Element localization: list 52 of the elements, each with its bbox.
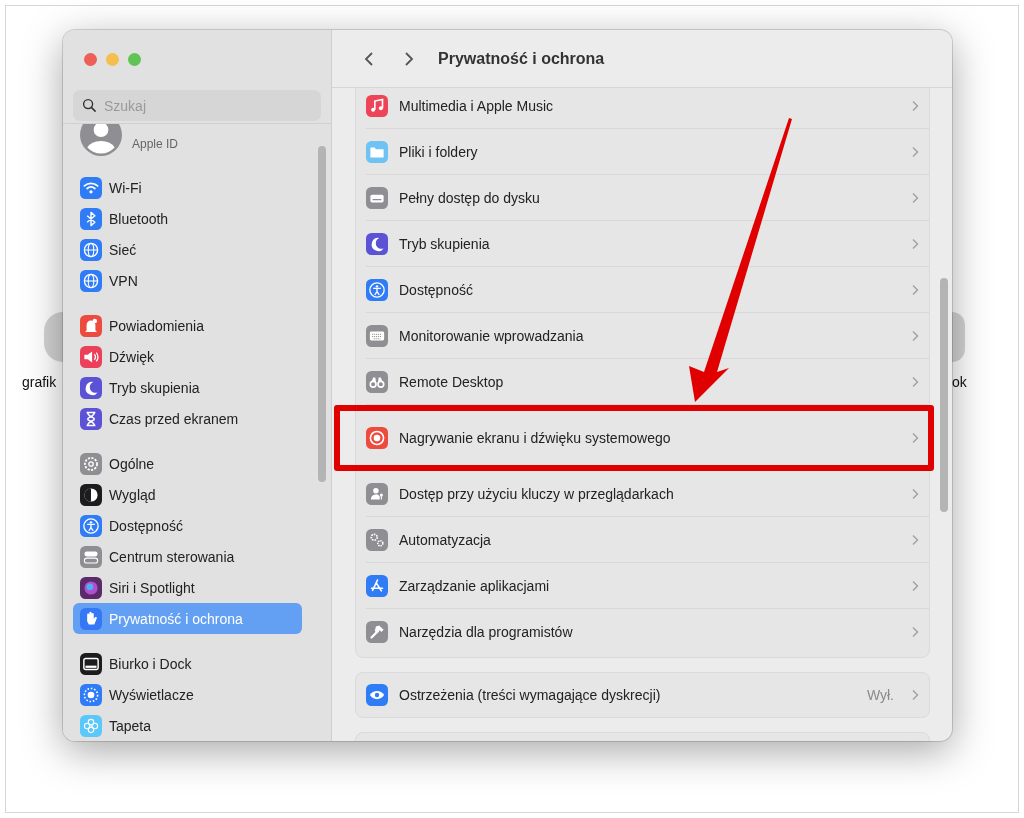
chevron-icon	[911, 579, 919, 592]
desktop-file-icon[interactable]	[44, 312, 63, 362]
chevron-icon	[911, 283, 919, 296]
sidebar-item[interactable]: Wygląd	[73, 479, 302, 510]
sidebar-item[interactable]: Powiadomienia	[73, 310, 302, 341]
sidebar-item[interactable]: Ogólne	[73, 448, 302, 479]
close-button[interactable]	[84, 53, 97, 66]
sidebar-item[interactable]: Tryb skupienia	[73, 372, 302, 403]
chevron-icon	[911, 191, 919, 204]
chevron-icon	[911, 99, 919, 112]
avatar-silhouette-icon[interactable]	[80, 124, 122, 156]
settings-row[interactable]: Multimedia i Apple Music	[366, 88, 929, 129]
chevron-icon	[911, 626, 919, 638]
scrollbar-thumb[interactable]	[940, 278, 948, 512]
chevron-left-icon	[363, 50, 375, 67]
highlighted-settings-row[interactable]: Nagrywanie ekranu i dźwięku systemowego	[334, 405, 934, 471]
settings-row[interactable]: Automatyzacja	[366, 517, 929, 563]
sidebar-item[interactable]: Bluetooth	[73, 203, 302, 234]
desktop-file-label[interactable]: ok	[952, 374, 967, 390]
chevron-icon	[911, 237, 919, 250]
zoom-button[interactable]	[128, 53, 141, 66]
sidebar-item[interactable]: Biurko i Dock	[73, 648, 302, 679]
chevron-icon	[911, 329, 919, 342]
scrollbar-thumb[interactable]	[318, 146, 326, 482]
chevron-icon	[911, 432, 919, 444]
sidebar-item[interactable]: Wyświetlacze	[73, 679, 302, 710]
sidebar-item[interactable]: Dźwięk	[73, 341, 302, 372]
settings-row[interactable]: Zarządzanie aplikacjami	[366, 563, 929, 609]
settings-row[interactable]: Dostęp przy użyciu kluczy w przeglądarkach	[366, 471, 929, 517]
sidebar-item[interactable]: VPN	[73, 265, 302, 296]
sidebar-item[interactable]: Siri i Spotlight	[73, 572, 302, 603]
chevron-icon	[911, 533, 919, 546]
desktop-file-icon[interactable]	[952, 312, 965, 362]
minimize-button[interactable]	[106, 53, 119, 66]
search-field[interactable]: Szukaj	[73, 90, 321, 121]
row-value: Wył.	[866, 687, 894, 703]
sidebar-item[interactable]: Centrum sterowania	[73, 541, 302, 572]
sidebar-item[interactable]: Wi-Fi	[73, 172, 302, 203]
sidebar-item[interactable]: Sieć	[73, 234, 302, 265]
sidebar-item[interactable]: Dostępność	[73, 510, 302, 541]
settings-row[interactable]: Ostrzeżenia (treści wymagające dyskrecji) Wył.	[366, 673, 929, 717]
sidebar-item[interactable]: Tapeta	[73, 710, 302, 741]
window-title: Prywatność i ochrona	[438, 49, 605, 68]
sidebar-item[interactable]: Czas przed ekranem	[73, 403, 302, 434]
chevron-icon	[911, 689, 919, 701]
chevron-icon	[911, 375, 919, 388]
chevron-icon	[911, 145, 919, 158]
settings-row[interactable]: Narzędzia dla programistów	[366, 609, 929, 655]
chevron-icon	[911, 487, 919, 500]
chevron-right-icon	[403, 50, 415, 67]
account-subtitle: Apple ID	[132, 137, 179, 151]
desktop-file-label[interactable]: grafik	[22, 374, 57, 390]
